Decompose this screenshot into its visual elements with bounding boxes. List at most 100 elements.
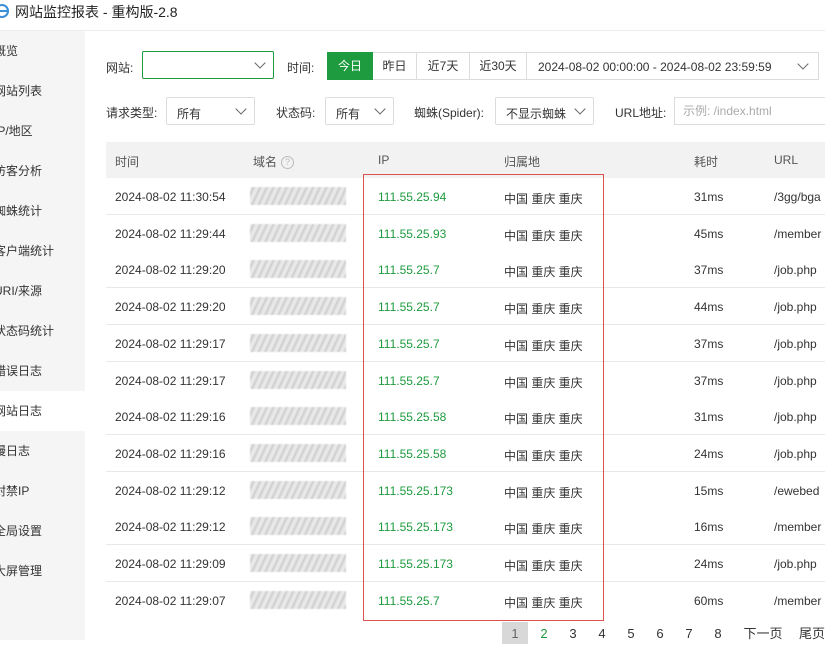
- cell-cost: 16ms: [694, 520, 724, 535]
- column-header-domain-label: 域名: [253, 155, 278, 169]
- cell-ip: 111.55.25.58: [378, 446, 447, 461]
- status-code-label: 状态码:: [276, 106, 316, 120]
- table-row[interactable]: 2024-08-02 11:29:20 111.55.25.7 中国 重庆 重庆 44…: [106, 288, 825, 326]
- cell-url: /member: [774, 593, 822, 608]
- sidebar-item-overview[interactable]: 概览: [0, 31, 85, 71]
- sidebar-item-slow-log[interactable]: 慢日志: [0, 431, 85, 471]
- sidebar-item-spider-stats[interactable]: 蜘蛛统计: [0, 191, 85, 231]
- table-row[interactable]: 2024-08-02 11:30:54 111.55.25.94 中国 重庆 重庆 3…: [106, 178, 825, 215]
- sidebar-item-visitor-analysis[interactable]: 访客分析: [0, 151, 85, 191]
- request-type-label: 请求类型:: [106, 106, 158, 120]
- request-type-select[interactable]: 所有: [166, 97, 255, 125]
- cell-location: 中国 重庆 重庆: [504, 265, 583, 280]
- page-3[interactable]: 3: [560, 622, 586, 644]
- cell-cost: 37ms: [694, 336, 724, 351]
- cell-domain-redacted: [250, 554, 346, 572]
- cell-ip: 111.55.25.7: [378, 336, 440, 351]
- cell-ip: 111.55.25.7: [378, 263, 440, 278]
- cell-url: /job.php: [774, 557, 817, 571]
- tab-last-30-days[interactable]: 近30天: [470, 52, 527, 80]
- cell-ip: 111.55.25.7: [378, 300, 440, 315]
- column-header-ip: IP: [378, 153, 390, 167]
- table-row[interactable]: 2024-08-02 11:29:09 111.55.25.173 中国 重庆 重庆…: [106, 545, 825, 582]
- page-8[interactable]: 8: [705, 622, 731, 644]
- cell-ip: 111.55.25.7: [378, 593, 440, 608]
- url-input[interactable]: [674, 97, 825, 125]
- sidebar-item-label: IP/地区: [0, 124, 33, 138]
- spider-select-value: 不显示蜘蛛: [506, 107, 567, 121]
- page-4[interactable]: 4: [589, 622, 615, 644]
- cell-time: 2024-08-02 11:29:07: [115, 593, 226, 608]
- cell-cost: 24ms: [694, 557, 724, 571]
- sidebar-item-site-list[interactable]: 网站列表: [0, 71, 85, 111]
- cell-url: /job.php: [774, 263, 817, 278]
- spider-select[interactable]: 不显示蜘蛛: [495, 97, 594, 125]
- window-title: 网站监控报表 - 重构版-2.8: [15, 4, 178, 20]
- cell-location: 中国 重庆 重庆: [504, 375, 583, 390]
- table-row[interactable]: 2024-08-02 11:29:44 111.55.25.93 中国 重庆 重庆 4…: [106, 214, 825, 252]
- site-select[interactable]: [142, 51, 274, 79]
- tab-yesterday[interactable]: 昨日: [373, 52, 417, 80]
- cell-time: 2024-08-02 11:29:12: [115, 483, 226, 498]
- cell-domain-redacted: [250, 333, 346, 352]
- cell-domain-redacted: [250, 223, 346, 242]
- sidebar-item-error-log[interactable]: 错误日志: [0, 351, 85, 391]
- last-page-button[interactable]: 尾页: [792, 622, 825, 644]
- cell-cost: 31ms: [694, 190, 724, 204]
- sidebar-item-label: 封禁IP: [0, 484, 30, 498]
- site-label: 网站:: [106, 61, 134, 75]
- cell-time: 2024-08-02 11:29:17: [115, 336, 226, 351]
- page-2[interactable]: 2: [531, 622, 557, 644]
- cell-time: 2024-08-02 11:29:44: [115, 226, 226, 241]
- cell-location: 中国 重庆 重庆: [504, 228, 583, 243]
- cell-url: /member: [774, 520, 822, 535]
- table-row[interactable]: 2024-08-02 11:29:17 111.55.25.7 中国 重庆 重庆 37…: [106, 361, 825, 399]
- table-row[interactable]: 2024-08-02 11:29:17 111.55.25.7 中国 重庆 重庆 37…: [106, 324, 825, 362]
- sidebar-item-label: 网站日志: [0, 404, 43, 418]
- table-header: 时间 域名? IP 归属地 耗时 URL: [106, 142, 825, 178]
- page-1[interactable]: 1: [502, 622, 528, 644]
- cell-time: 2024-08-02 11:29:20: [115, 263, 226, 278]
- cell-ip: 111.55.25.58: [378, 410, 447, 425]
- cell-location: 中国 重庆 重庆: [504, 559, 583, 573]
- sidebar-item-status-code-stats[interactable]: 状态码统计: [0, 311, 85, 351]
- page-7[interactable]: 7: [676, 622, 702, 644]
- help-icon[interactable]: ?: [281, 156, 295, 169]
- sidebar-item-client-stats[interactable]: 客户端统计: [0, 231, 85, 271]
- chevron-down-icon: [374, 103, 386, 115]
- app-logo-icon: [0, 4, 9, 18]
- page-5[interactable]: 5: [618, 622, 644, 644]
- cell-url: /3gg/bga: [774, 190, 821, 204]
- cell-time: 2024-08-02 11:29:09: [115, 557, 226, 571]
- sidebar-item-label: 概览: [0, 44, 19, 58]
- sidebar-item-global-settings[interactable]: 全局设置: [0, 511, 85, 551]
- sidebar-item-ip-region[interactable]: IP/地区: [0, 111, 85, 151]
- cell-cost: 45ms: [694, 226, 724, 241]
- sidebar-item-label: 客户端统计: [0, 244, 55, 258]
- sidebar-item-site-log[interactable]: 网站日志: [0, 391, 85, 431]
- column-header-url: URL: [774, 153, 799, 167]
- table-row[interactable]: 2024-08-02 11:29:12 111.55.25.173 中国 重庆 重庆…: [106, 471, 825, 509]
- table-row[interactable]: 2024-08-02 11:29:16 111.55.25.58 中国 重庆 重庆 2…: [106, 434, 825, 472]
- cell-url: /job.php: [774, 373, 817, 388]
- table-row[interactable]: 2024-08-02 11:29:12 111.55.25.173 中国 重庆 重庆…: [106, 508, 825, 546]
- date-range-picker[interactable]: 2024-08-02 00:00:00 - 2024-08-02 23:59:5…: [527, 52, 819, 80]
- cell-domain-redacted: [250, 187, 346, 205]
- sidebar-item-bigscreen-manage[interactable]: 大屏管理: [0, 551, 85, 591]
- table-row[interactable]: 2024-08-02 11:29:07 111.55.25.7 中国 重庆 重庆 60…: [106, 581, 825, 618]
- sidebar-item-banned-ip[interactable]: 封禁IP: [0, 471, 85, 511]
- spider-label: 蜘蛛(Spider):: [414, 106, 485, 120]
- table-row[interactable]: 2024-08-02 11:29:16 111.55.25.58 中国 重庆 重庆 3…: [106, 398, 825, 436]
- tab-last-7-days[interactable]: 近7天: [417, 52, 470, 80]
- sidebar-item-uri-source[interactable]: URI/来源: [0, 271, 85, 311]
- cell-cost: 15ms: [694, 483, 724, 498]
- table-row[interactable]: 2024-08-02 11:29:20 111.55.25.7 中国 重庆 重庆 37…: [106, 251, 825, 289]
- page-6[interactable]: 6: [647, 622, 673, 644]
- cell-domain-redacted: [250, 297, 346, 316]
- next-page-button[interactable]: 下一页: [740, 622, 786, 644]
- status-code-select[interactable]: 所有: [325, 97, 394, 125]
- sidebar-item-label: 状态码统计: [0, 324, 55, 338]
- cell-domain-redacted: [250, 480, 346, 499]
- cell-domain-redacted: [250, 370, 346, 389]
- tab-today[interactable]: 今日: [327, 52, 373, 80]
